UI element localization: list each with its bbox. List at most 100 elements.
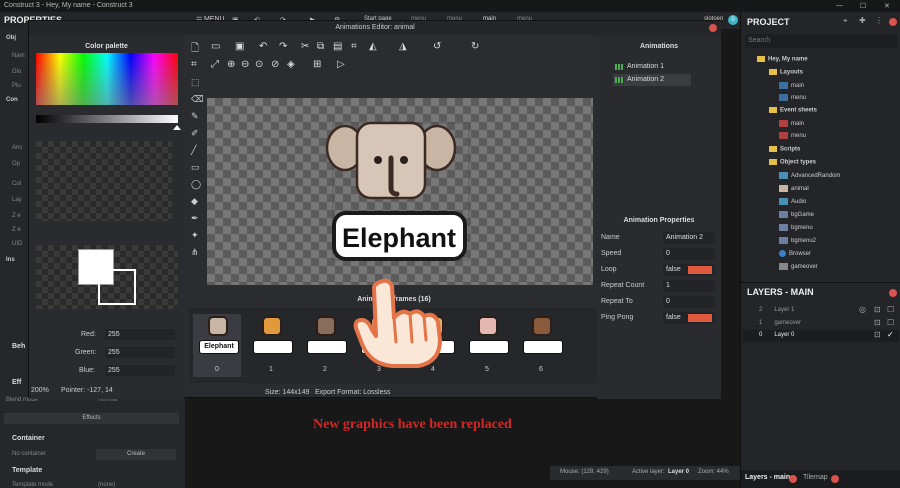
layout-main[interactable]: main <box>779 82 804 89</box>
image-canvas[interactable]: Elephant <box>207 98 593 285</box>
play-icon[interactable]: ▷ <box>337 59 345 70</box>
puzzle-icon[interactable]: ✚ <box>859 16 866 25</box>
collision-polygon-icon[interactable]: ⋔ <box>191 247 199 258</box>
rotate-cw-icon[interactable]: ↻ <box>471 41 479 52</box>
copy-icon[interactable]: ⧉ <box>317 41 324 52</box>
event-sheet-main[interactable]: main <box>779 120 804 127</box>
red-input[interactable]: 255 <box>105 329 175 340</box>
project-search-input[interactable]: Search <box>745 34 897 48</box>
green-input[interactable]: 255 <box>105 347 175 358</box>
close-tab-icon[interactable] <box>831 475 839 483</box>
frame-0[interactable]: Elephant 0 <box>193 314 241 377</box>
globe-icon[interactable]: ◎ <box>859 305 866 314</box>
frame-6[interactable]: 6 <box>517 314 565 377</box>
event-sheet-menu[interactable]: menu <box>779 132 806 139</box>
effects-header[interactable]: Eff <box>12 379 21 386</box>
object-bgmenu2[interactable]: bgmenu2 <box>779 237 816 244</box>
zoom-fit-icon[interactable]: ⊘ <box>271 59 279 70</box>
pencil-icon[interactable]: ✎ <box>191 111 199 122</box>
fit-icon[interactable]: ⤢ <box>211 59 219 70</box>
blue-input[interactable]: 255 <box>105 365 175 376</box>
tab-tilemap[interactable]: Tilemap <box>803 474 828 481</box>
frame-2[interactable]: 2 <box>301 314 349 377</box>
origin-point-icon[interactable]: ✦ <box>191 230 199 241</box>
object-advancedrandom[interactable]: AdvancedRandom <box>779 172 840 179</box>
layout-menu[interactable]: menu <box>779 94 806 101</box>
color-picker-icon[interactable]: ✒ <box>191 213 199 224</box>
open-folder-icon[interactable]: ▭ <box>211 41 220 52</box>
resize-icon[interactable]: ⌗ <box>191 59 197 70</box>
undo-icon[interactable]: ↶ <box>259 41 267 52</box>
frame-1[interactable]: 1 <box>247 314 295 377</box>
select-icon[interactable]: ⬚ <box>191 77 200 88</box>
tab-layers-main[interactable]: Layers - main <box>745 474 790 481</box>
object-bgmenu[interactable]: bgmenu <box>779 224 813 231</box>
lock-icon[interactable]: ⊡ <box>874 305 881 314</box>
dialog-close-icon[interactable] <box>709 24 717 32</box>
object-bggame[interactable]: bgGame <box>779 211 814 218</box>
layer-row-2[interactable]: 2 Layer 1 <box>759 307 794 313</box>
prop-ping-pong-toggle[interactable]: false <box>663 312 715 324</box>
fill-icon[interactable]: ◆ <box>191 196 198 207</box>
visible-check-icon[interactable]: ✓ <box>887 330 894 339</box>
layer-row-1[interactable]: 1 gameover <box>759 320 801 326</box>
brush-icon[interactable]: ✐ <box>191 128 199 139</box>
ellipse-icon[interactable]: ◯ <box>191 179 201 190</box>
save-icon[interactable]: ▣ <box>235 41 244 52</box>
create-container-button[interactable]: Create <box>96 449 176 460</box>
user-avatar[interactable]: 0 <box>728 15 738 25</box>
animation-item-2[interactable]: Animation 2 <box>613 74 691 86</box>
prop-speed-input[interactable]: 0 <box>663 248 715 260</box>
prop-repeat-to-input[interactable]: 0 <box>663 296 715 308</box>
frame-5[interactable]: 5 <box>463 314 511 377</box>
close-panel-icon[interactable] <box>889 18 897 26</box>
template-header[interactable]: Template <box>12 467 42 474</box>
slider-handle-icon[interactable] <box>173 125 181 130</box>
line-icon[interactable]: ╱ <box>191 145 196 156</box>
rotate-ccw-icon[interactable]: ↺ <box>433 41 441 52</box>
cut-icon[interactable]: ✂ <box>301 41 309 52</box>
effects-button[interactable]: Effects <box>4 413 179 424</box>
color-spectrum[interactable] <box>36 53 178 105</box>
animation-item-1[interactable]: Animation 1 <box>613 61 691 73</box>
close-layers-icon[interactable] <box>889 289 897 297</box>
object-browser[interactable]: Browser <box>779 250 811 257</box>
maximize-icon[interactable]: ☐ <box>860 2 866 10</box>
minimize-icon[interactable]: — <box>836 2 843 9</box>
redo-icon[interactable]: ↷ <box>279 41 287 52</box>
container-header[interactable]: Container <box>12 435 45 442</box>
flip-vertical-icon[interactable]: ◮ <box>399 41 407 52</box>
grid-icon[interactable]: ⊞ <box>313 59 321 70</box>
prop-name-input[interactable]: Animation 2 <box>663 232 715 244</box>
zoom-in-icon[interactable]: ⊕ <box>227 59 235 70</box>
eraser-icon[interactable]: ⌫ <box>191 94 204 105</box>
project-root[interactable]: Hey, My name <box>757 56 808 63</box>
template-mode-select[interactable]: (none) <box>98 482 115 488</box>
new-file-icon[interactable]: 🗋 <box>191 41 199 58</box>
object-animal[interactable]: animal <box>779 185 809 192</box>
zoom-reset-icon[interactable]: ⊙ <box>255 59 263 70</box>
object-gameover[interactable]: gameover <box>779 263 818 270</box>
swatch-grid[interactable] <box>36 141 172 221</box>
paste-icon[interactable]: ▤ <box>333 41 342 52</box>
prop-repeat-count-input[interactable]: 1 <box>663 280 715 292</box>
object-audio[interactable]: Audio <box>779 198 806 205</box>
zoom-out-icon[interactable]: ⊖ <box>241 59 249 70</box>
visible-checkbox[interactable]: ☐ <box>887 318 894 327</box>
lock-icon[interactable]: ⊡ <box>874 330 881 339</box>
folder-event-sheets[interactable]: Event sheets <box>769 107 817 114</box>
folder-layouts[interactable]: Layouts <box>769 69 803 76</box>
secondary-color-swatch[interactable] <box>98 269 136 305</box>
visible-checkbox[interactable]: ☐ <box>887 305 894 314</box>
layers-icon[interactable]: ◈ <box>287 59 295 70</box>
folder-object-types[interactable]: Object types <box>769 159 816 166</box>
layer-row-0[interactable]: 0 Layer 0 <box>759 332 794 338</box>
behaviors-header[interactable]: Beh <box>12 343 25 350</box>
pin-icon[interactable]: ⌖ <box>843 16 848 26</box>
flip-horizontal-icon[interactable]: ◭ <box>369 41 377 52</box>
close-icon[interactable]: ✕ <box>884 2 890 10</box>
grayscale-slider[interactable] <box>36 115 178 123</box>
close-tab-icon[interactable] <box>789 475 797 483</box>
lock-icon[interactable]: ⊡ <box>874 318 881 327</box>
more-icon[interactable]: ⋮ <box>875 16 883 25</box>
